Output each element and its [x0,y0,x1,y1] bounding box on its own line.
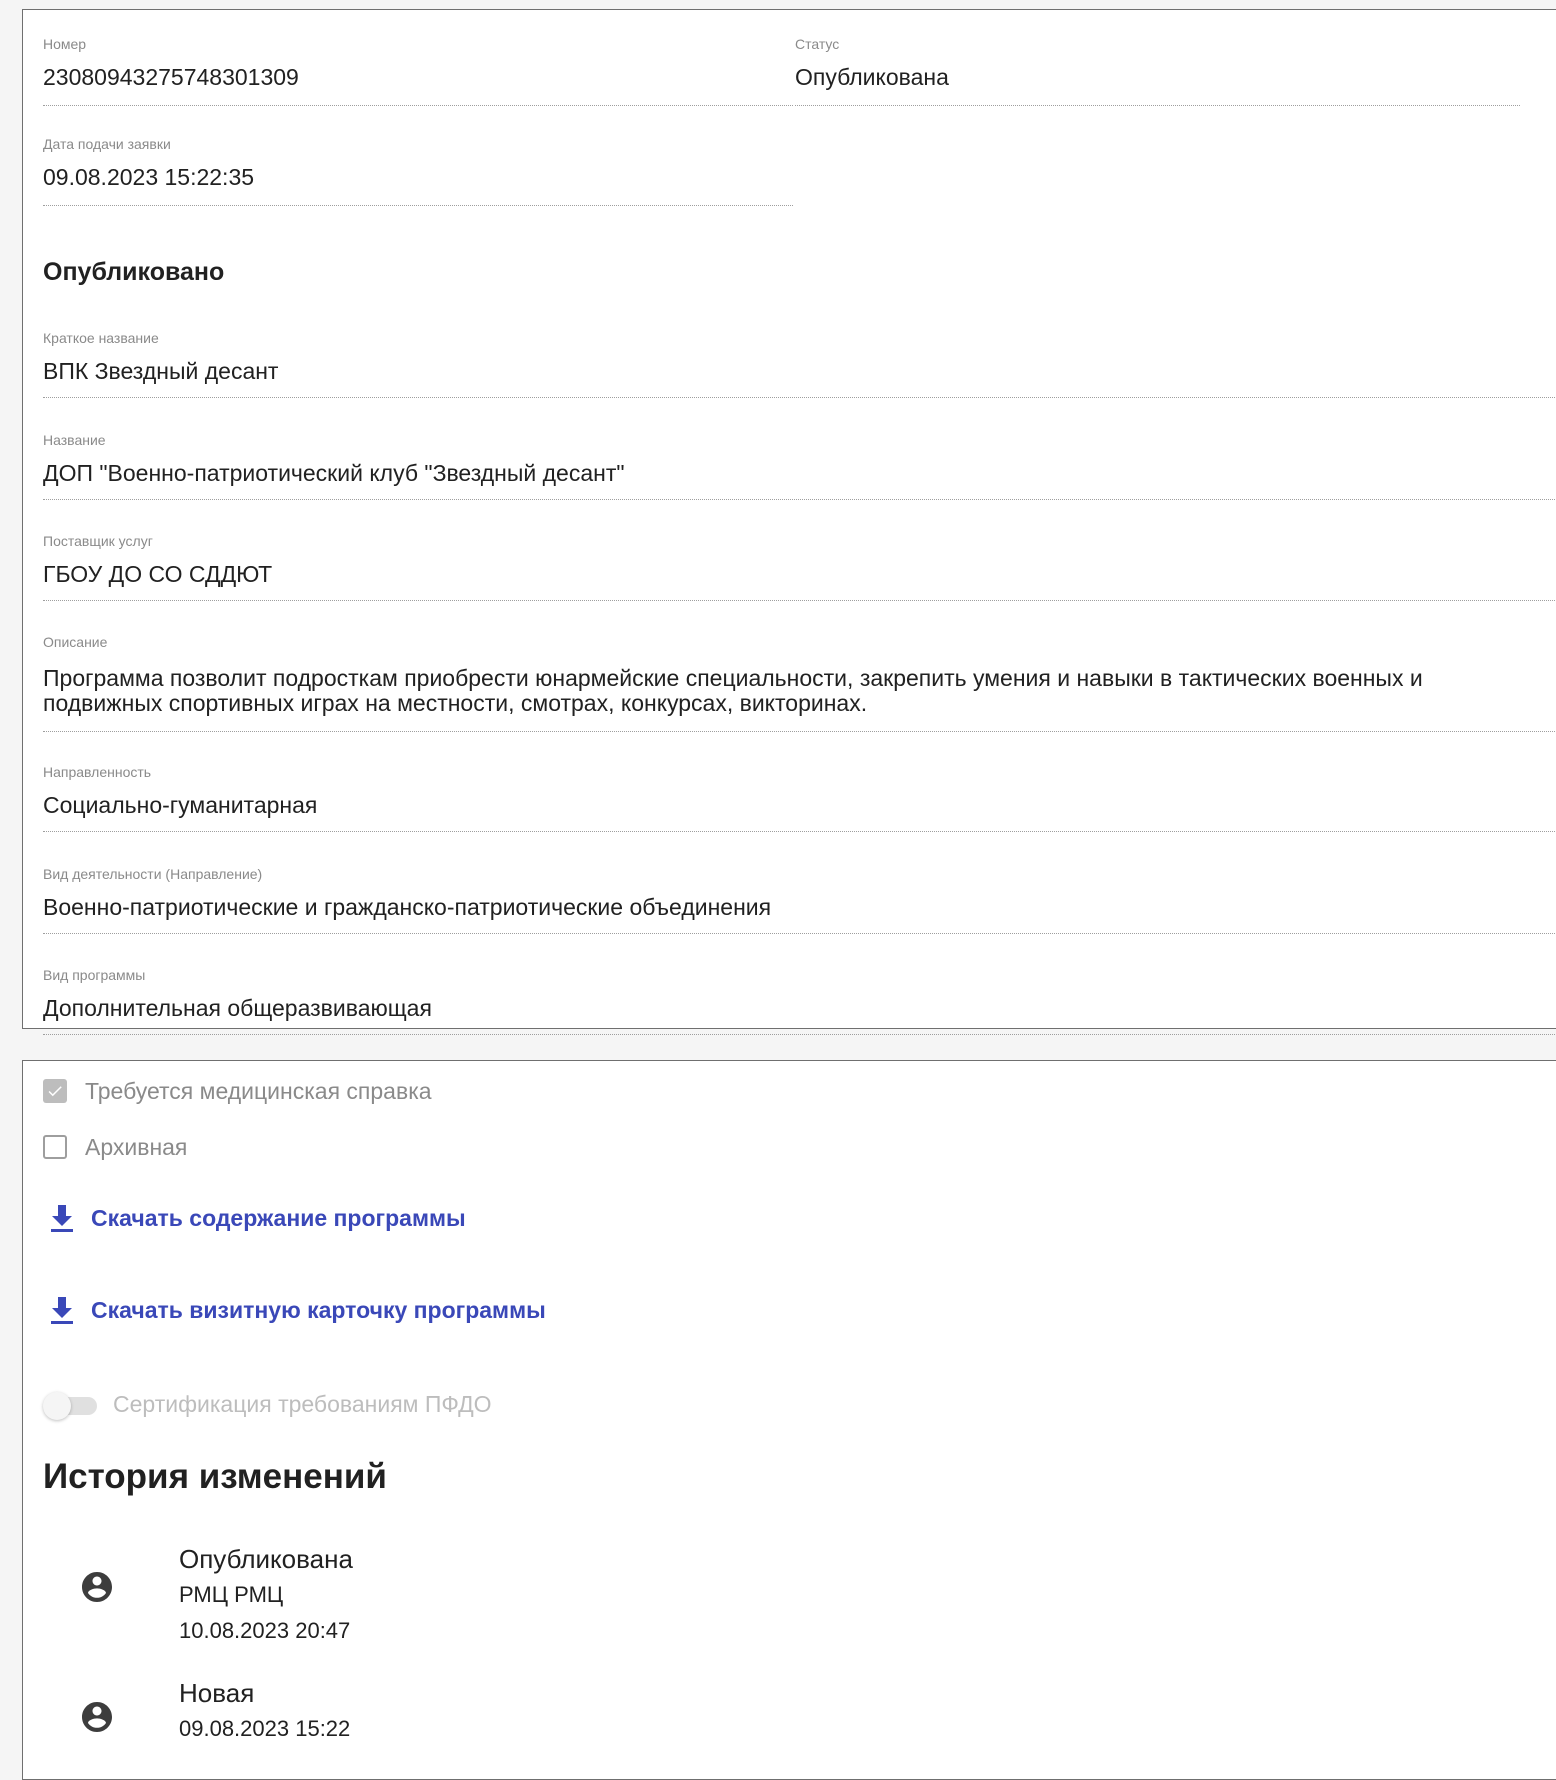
program-type-value: Дополнительная общеразвивающая [43,995,432,1021]
program-type-label: Вид программы [43,967,146,983]
status-field: Статус Опубликована [795,20,1520,106]
download-card-link[interactable]: Скачать визитную карточку программы [49,1295,546,1325]
name-label: Название [43,432,106,448]
certification-toggle[interactable] [43,1391,101,1420]
history-entry-time: 10.08.2023 20:47 [179,1618,351,1643]
medical-certificate-checkbox[interactable] [43,1079,67,1103]
archive-checkbox[interactable] [43,1135,67,1159]
activity-value: Военно-патриотические и гражданско-патри… [43,894,772,920]
certification-toggle-row[interactable]: Сертификация требованиям ПФДО [43,1391,492,1420]
history-title: История изменений [43,1457,387,1496]
submission-date-label: Дата подачи заявки [43,136,171,152]
description-field: Описание Программа позволит подросткам п… [43,620,1556,732]
download-content-link[interactable]: Скачать содержание программы [49,1203,466,1233]
provider-label: Поставщик услуг [43,533,153,549]
activity-label: Вид деятельности (Направление) [43,866,263,882]
number-value: 23080943275748301309 [43,64,299,90]
archive-checkbox-row[interactable]: Архивная [43,1133,187,1161]
status-value: Опубликована [795,64,949,90]
name-field: Название ДОП "Военно-патриотический клуб… [43,418,1556,500]
history-entry-status: Опубликована [179,1544,353,1574]
published-section-title: Опубликовано [43,258,225,286]
history-entry-time: 09.08.2023 15:22 [179,1716,351,1741]
history-entry-user: РМЦ РМЦ [179,1582,284,1607]
description-value: Программа позволит подросткам приобрести… [43,665,1423,716]
short-name-value: ВПК Звездный десант [43,358,279,384]
medical-certificate-checkbox-row[interactable]: Требуется медицинская справка [43,1077,432,1105]
provider-value: ГБОУ ДО СО СДДЮТ [43,561,273,587]
toggle-knob [43,1391,71,1420]
history-entry-status: Новая [179,1678,255,1708]
number-field: Номер 23080943275748301309 [43,20,793,106]
download-content-label: Скачать содержание программы [91,1204,466,1231]
check-icon [48,1086,62,1097]
archive-label: Архивная [85,1133,188,1160]
provider-field: Поставщик услуг ГБОУ ДО СО СДДЮТ [43,519,1556,601]
submission-date-value: 09.08.2023 15:22:35 [43,164,255,190]
medical-certificate-label: Требуется медицинская справка [85,1077,432,1104]
certification-label: Сертификация требованиям ПФДО [113,1391,492,1417]
activity-field: Вид деятельности (Направление) Военно-па… [43,852,1556,934]
status-label: Статус [795,36,840,52]
number-label: Номер [43,36,87,52]
description-label: Описание [43,634,108,650]
account-circle-icon [82,1572,112,1602]
application-details-card: Номер 23080943275748301309 Статус Опубли… [22,9,1556,1035]
submission-date-field: Дата подачи заявки 09.08.2023 15:22:35 [43,120,793,206]
short-name-label: Краткое название [43,330,159,346]
name-value: ДОП "Военно-патриотический клуб "Звездны… [43,460,625,486]
download-icon [51,1297,73,1324]
program-type-field: Вид программы Дополнительная общеразвива… [43,953,1556,1035]
focus-value: Социально-гуманитарная [43,792,318,818]
account-circle-icon [82,1702,112,1732]
focus-label: Направленность [43,764,152,780]
download-card-label: Скачать визитную карточку программы [91,1296,546,1323]
program-options-card: Требуется медицинская справка Архивная С… [22,1060,1556,1780]
download-icon [51,1205,73,1232]
short-name-field: Краткое название ВПК Звездный десант [43,316,1556,398]
focus-field: Направленность Социально-гуманитарная [43,750,1556,832]
